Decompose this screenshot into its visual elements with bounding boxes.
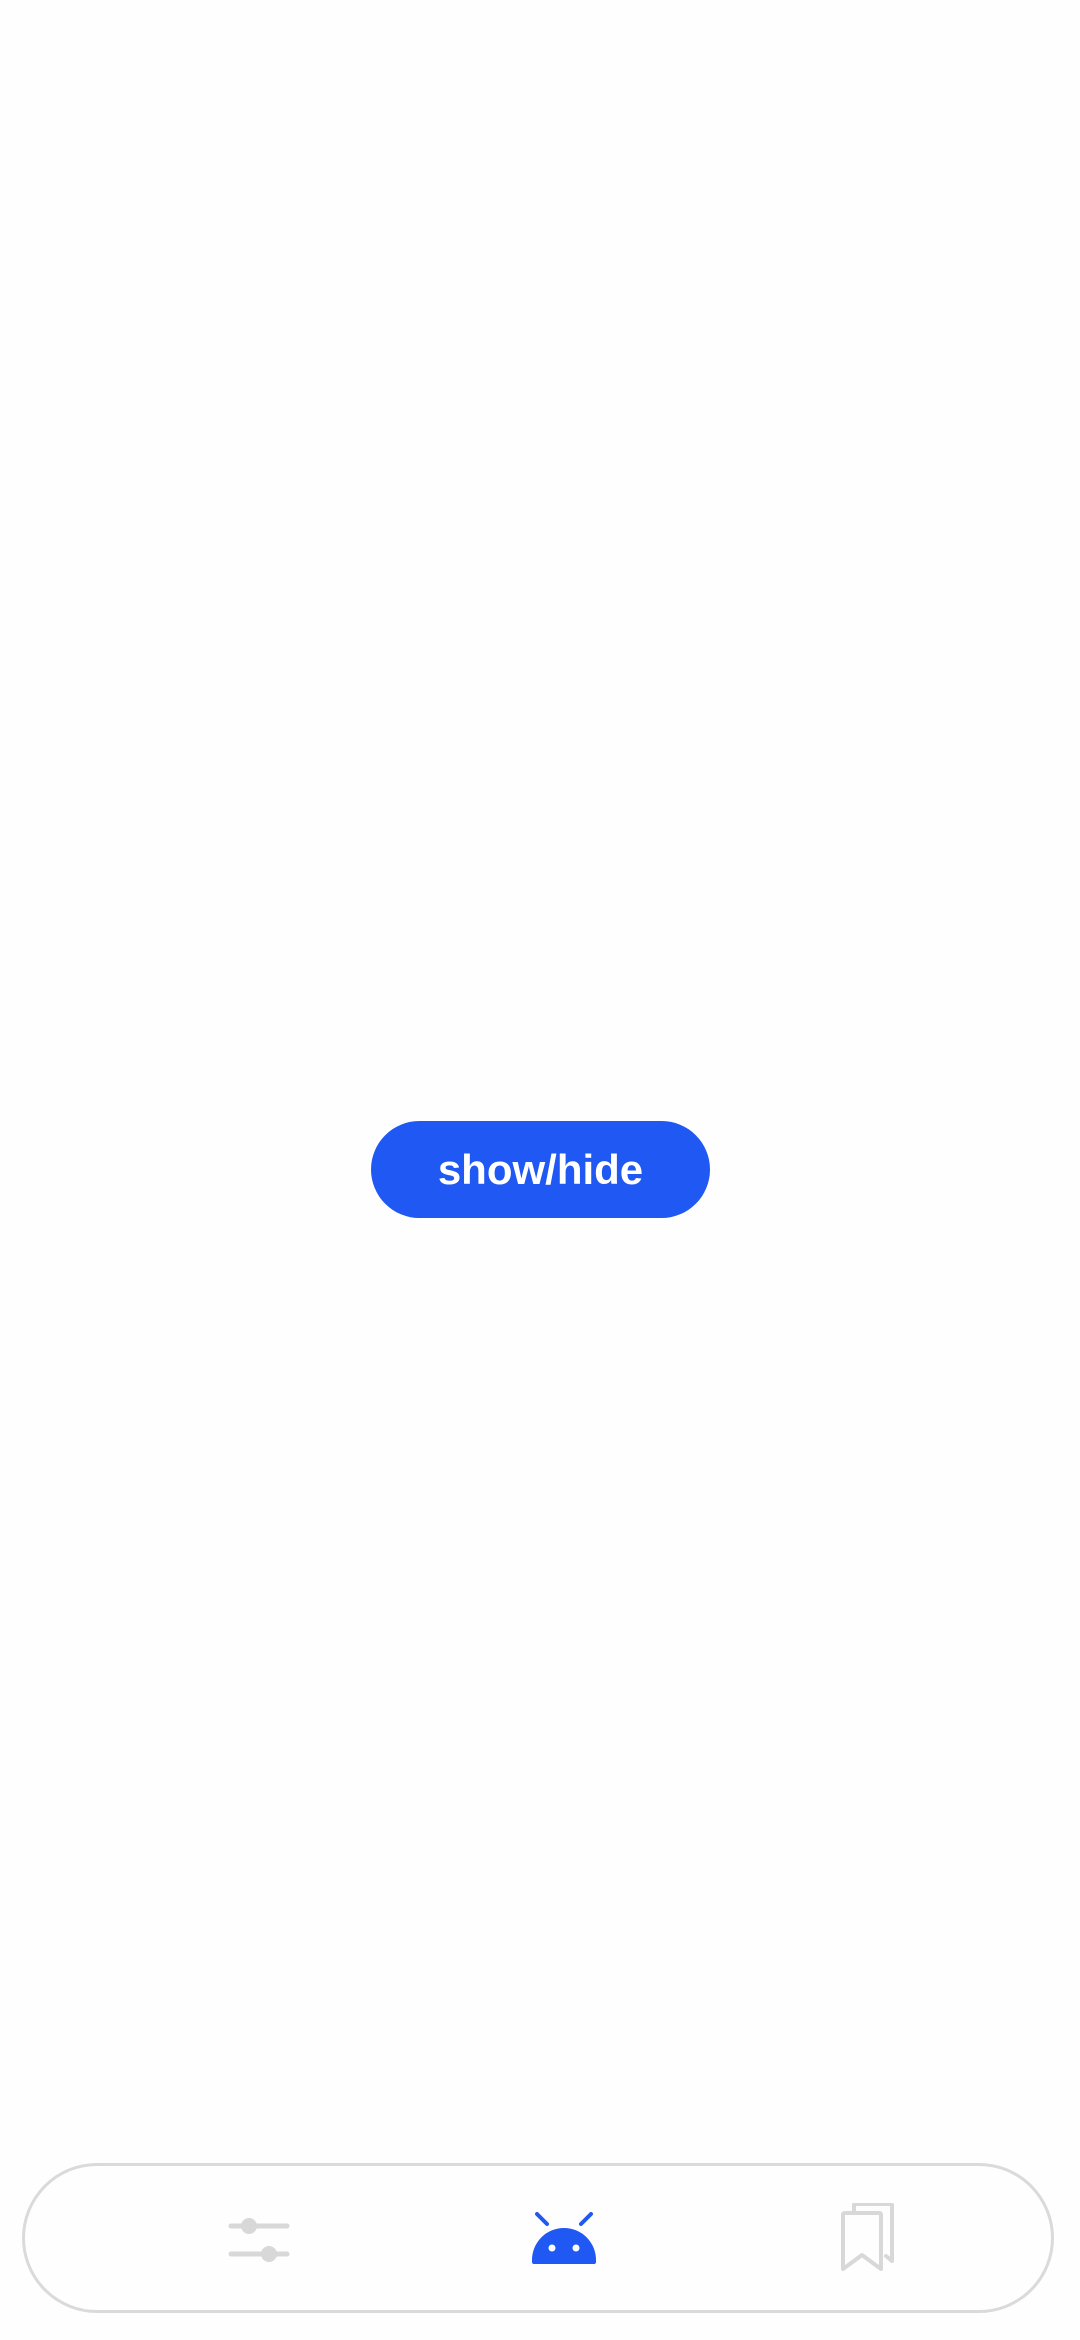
nav-item-settings[interactable] <box>199 2166 319 2310</box>
bookmarks-icon <box>840 2203 894 2273</box>
android-icon <box>529 2212 599 2264</box>
nav-item-android[interactable] <box>504 2166 624 2310</box>
app-screen: show/hide <box>0 0 1080 2340</box>
show-hide-button[interactable]: show/hide <box>371 1121 710 1218</box>
sliders-icon <box>227 2212 291 2264</box>
bottom-navigation-bar <box>22 2163 1054 2313</box>
nav-item-bookmarks[interactable] <box>807 2166 927 2310</box>
